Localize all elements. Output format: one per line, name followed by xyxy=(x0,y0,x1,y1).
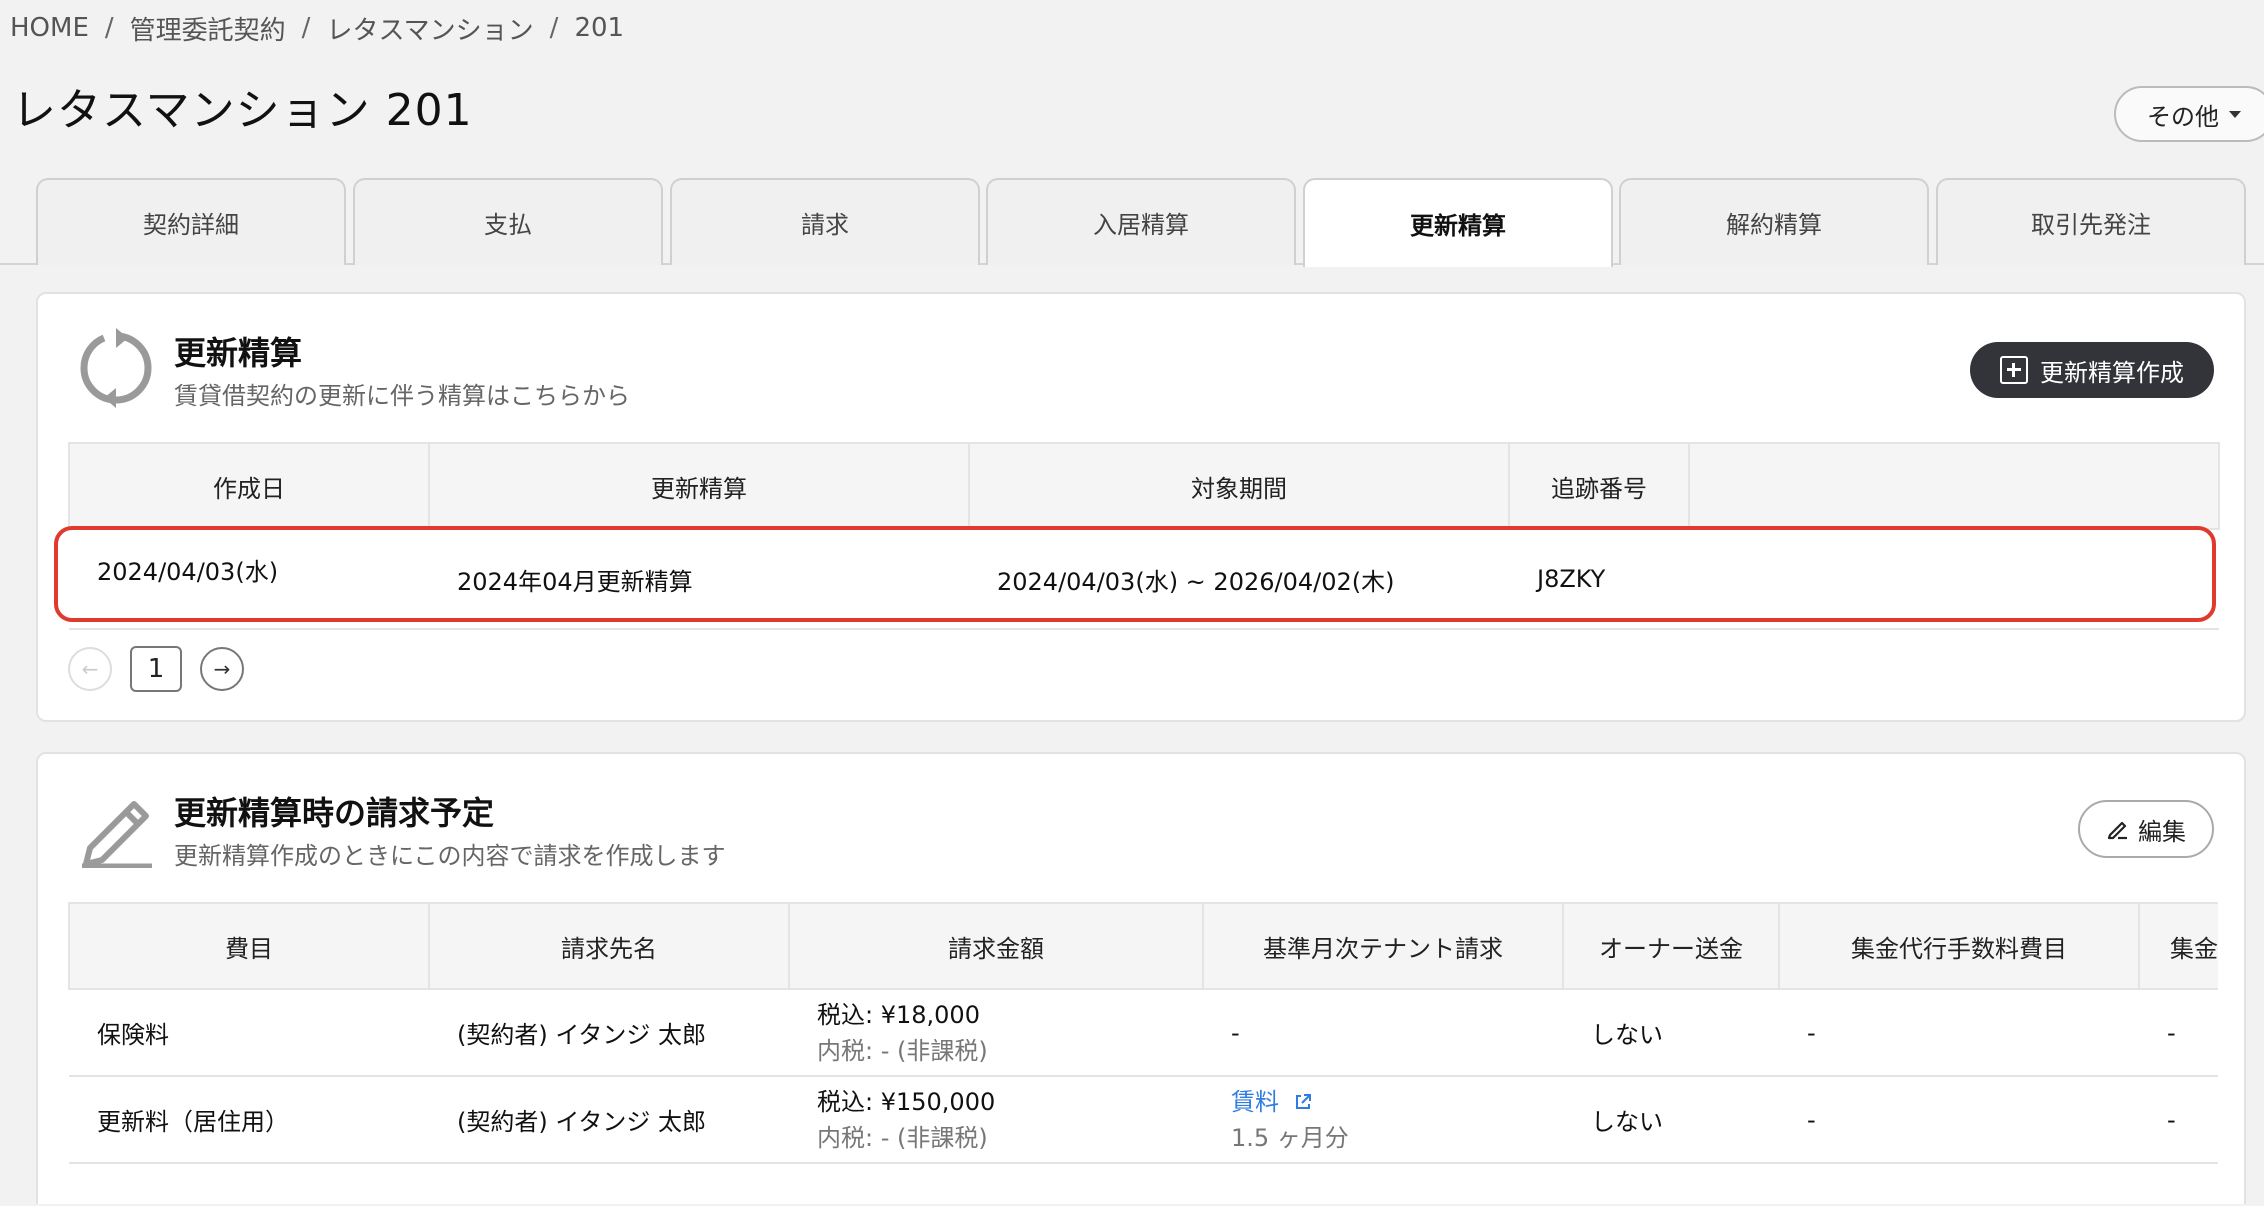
column-header: 作成日 xyxy=(68,442,430,530)
edit-button[interactable]: 編集 xyxy=(2078,800,2214,858)
tab-contract-details[interactable]: 契約詳細 xyxy=(36,178,346,265)
column-header: 対象期間 xyxy=(968,442,1510,530)
column-header: 基準月次テナント請求 xyxy=(1202,902,1564,990)
owner-remittance-cell: しない xyxy=(1563,989,1779,1077)
breadcrumb: HOME / 管理委託契約 / レタスマンション / 201 xyxy=(10,10,624,46)
other-button-label: その他 xyxy=(2147,102,2219,131)
table-header-row: 費目 請求先名 請求金額 基準月次テナント請求 オーナー送金 集金代行手数料費目… xyxy=(68,902,2218,990)
item-cell: 更新料（居住用） xyxy=(69,1076,429,1164)
billing-schedule-card: 更新精算時の請求予定 更新精算作成のときにこの内容で請求を作成します 編集 費目… xyxy=(36,752,2246,1204)
tab-label: 取引先発注 xyxy=(2031,211,2151,239)
collection-cell: - xyxy=(2139,989,2218,1077)
pagination: ← 1 → xyxy=(68,646,244,692)
table-header-row: 作成日 更新精算 対象期間 追跡番号 xyxy=(68,442,2220,530)
payee-cell: (契約者) イタンジ 太郎 xyxy=(429,1076,789,1164)
breadcrumb-room: 201 xyxy=(574,13,625,43)
tab-bar: 契約詳細 支払 請求 入居精算 更新精算 解約精算 取引先発注 xyxy=(0,178,2264,267)
breadcrumb-home[interactable]: HOME xyxy=(10,13,89,43)
other-menu-button[interactable]: その他 xyxy=(2114,86,2264,142)
renewal-settlement-card: 更新精算 賃貸借契約の更新に伴う精算はこちらから 更新精算作成 作成日 更新精算… xyxy=(36,292,2246,722)
collection-cell: - xyxy=(2139,1076,2218,1164)
breadcrumb-management-contract[interactable]: 管理委託契約 xyxy=(130,10,286,47)
column-header xyxy=(1688,442,2220,530)
external-link-icon[interactable] xyxy=(1293,1092,1313,1112)
tab-label: 契約詳細 xyxy=(143,211,239,239)
column-header: 追跡番号 xyxy=(1508,442,1690,530)
row-highlight-box xyxy=(54,526,2216,622)
refresh-icon xyxy=(80,328,152,408)
column-header: オーナー送金 xyxy=(1562,902,1780,990)
breadcrumb-separator: / xyxy=(301,13,311,43)
tab-renewal-settlement[interactable]: 更新精算 xyxy=(1303,178,1613,267)
edit-icon xyxy=(2107,821,2127,840)
table-row: 更新料（居住用） (契約者) イタンジ 太郎 税込: ¥150,000 内税: … xyxy=(69,1076,2218,1164)
fee-item-cell: - xyxy=(1779,989,2139,1077)
caret-down-icon xyxy=(2229,110,2241,118)
column-header: 請求先名 xyxy=(428,902,790,990)
arrow-right-icon[interactable]: → xyxy=(200,647,244,691)
section-subtitle: 賃貸借契約の更新に伴う精算はこちらから xyxy=(174,382,630,410)
section-subtitle: 更新精算作成のときにこの内容で請求を作成します xyxy=(174,842,726,870)
base-monthly-cell: 賃料 1.5 ヶ月分 xyxy=(1203,1076,1563,1164)
breadcrumb-building[interactable]: レタスマンション xyxy=(326,10,533,47)
tab-billing[interactable]: 請求 xyxy=(670,178,980,265)
column-header: 費目 xyxy=(68,902,430,990)
amount-cell: 税込: ¥150,000 内税: - (非課税) xyxy=(789,1076,1203,1164)
tab-payment[interactable]: 支払 xyxy=(353,178,663,265)
base-monthly-cell: - xyxy=(1203,989,1563,1077)
column-header: 更新精算 xyxy=(428,442,970,530)
create-button-label: 更新精算作成 xyxy=(2040,358,2184,387)
tab-cancellation-settlement[interactable]: 解約精算 xyxy=(1619,178,1929,265)
amount-cell: 税込: ¥18,000 内税: - (非課税) xyxy=(789,989,1203,1077)
tax-detail: 内税: - (非課税) xyxy=(817,1036,988,1065)
owner-remittance-cell: しない xyxy=(1563,1076,1779,1164)
page-number-button[interactable]: 1 xyxy=(130,646,182,692)
rent-multiplier: 1.5 ヶ月分 xyxy=(1231,1123,1349,1152)
amount-with-tax: 税込: ¥150,000 xyxy=(817,1087,996,1116)
payee-cell: (契約者) イタンジ 太郎 xyxy=(429,989,789,1077)
tab-label: 入居精算 xyxy=(1093,211,1189,239)
billing-schedule-table: 費目 請求先名 請求金額 基準月次テナント請求 オーナー送金 集金代行手数料費目… xyxy=(68,902,2218,1164)
breadcrumb-separator: / xyxy=(549,13,559,43)
column-header: 集金 xyxy=(2138,902,2218,990)
page-title: レタスマンション 201 xyxy=(12,85,473,136)
edit-button-label: 編集 xyxy=(2138,817,2186,846)
arrow-left-icon[interactable]: ← xyxy=(68,647,112,691)
section-title: 更新精算時の請求予定 xyxy=(174,794,495,832)
tab-label: 解約精算 xyxy=(1726,211,1822,239)
billing-table-scroll[interactable]: 費目 請求先名 請求金額 基準月次テナント請求 オーナー送金 集金代行手数料費目… xyxy=(68,902,2218,1206)
tab-vendor-orders[interactable]: 取引先発注 xyxy=(1936,178,2246,265)
fee-item-cell: - xyxy=(1779,1076,2139,1164)
tab-label: 支払 xyxy=(484,211,532,239)
breadcrumb-separator: / xyxy=(104,13,114,43)
column-header: 集金代行手数料費目 xyxy=(1778,902,2140,990)
column-header: 請求金額 xyxy=(788,902,1204,990)
amount-with-tax: 税込: ¥18,000 xyxy=(817,1000,980,1029)
item-cell: 保険料 xyxy=(69,989,429,1077)
tab-move-in-settlement[interactable]: 入居精算 xyxy=(986,178,1296,265)
tab-label: 更新精算 xyxy=(1410,212,1506,240)
tax-detail: 内税: - (非課税) xyxy=(817,1123,988,1152)
plus-square-icon xyxy=(2000,356,2028,384)
pencil-icon xyxy=(82,801,152,868)
create-renewal-settlement-button[interactable]: 更新精算作成 xyxy=(1970,342,2214,398)
tab-label: 請求 xyxy=(801,211,849,239)
section-title: 更新精算 xyxy=(174,334,303,372)
rent-link[interactable]: 賃料 xyxy=(1231,1088,1279,1116)
table-row: 保険料 (契約者) イタンジ 太郎 税込: ¥18,000 内税: - (非課税… xyxy=(69,989,2218,1077)
